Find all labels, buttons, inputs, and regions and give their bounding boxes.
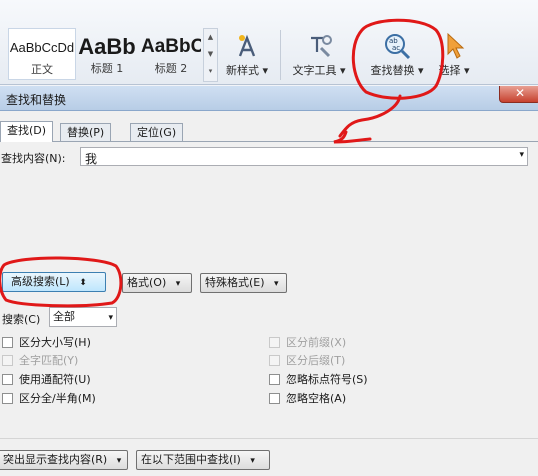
find-content-input[interactable]: 我 ▾: [80, 147, 528, 166]
option-wildcards[interactable]: 使用通配符(U): [2, 373, 91, 387]
chevron-down-icon: ▾: [116, 456, 122, 466]
highlight-results-label: 突出显示查找内容(R): [3, 453, 108, 466]
format-label: 格式(O): [127, 276, 167, 289]
find-content-value: 我: [85, 152, 98, 166]
find-replace-label: 查找替换 ▾: [370, 64, 424, 77]
style-normal[interactable]: AaBbCcDd 正文: [8, 28, 76, 80]
find-replace-icon: ab ac: [366, 30, 428, 62]
new-style-icon: [221, 30, 273, 62]
checkbox[interactable]: [2, 374, 13, 385]
find-in-range-label: 在以下范围中查找(I): [141, 453, 241, 466]
tab-replace[interactable]: 替换(P): [60, 123, 112, 141]
style-preview: AaBb: [78, 34, 136, 59]
ribbon-separator: [280, 30, 281, 80]
dialog-title: 查找和替换: [6, 93, 67, 107]
chevron-down-icon: ▾: [274, 279, 279, 289]
find-replace-dialog: 查找和替换 ✕ 查找(D) 替换(P) 定位(G) 查找内容(N): 我 ▾ 高…: [0, 86, 538, 476]
option-label: 使用通配符(U): [19, 373, 91, 386]
find-content-label: 查找内容(N):: [1, 152, 66, 165]
text-tools-icon: [288, 30, 350, 62]
checkbox[interactable]: [269, 374, 280, 385]
tab-goto[interactable]: 定位(G): [130, 123, 184, 141]
style-heading-2[interactable]: AaBbC 标题 2: [141, 28, 201, 78]
style-name: 标题 2: [154, 62, 188, 75]
expand-collapse-icon: ⬍: [79, 278, 87, 288]
dialog-titlebar[interactable]: 查找和替换: [0, 86, 538, 111]
checkbox[interactable]: [2, 337, 13, 348]
option-ignore-punctuation[interactable]: 忽略标点符号(S): [269, 373, 368, 387]
find-in-range-button[interactable]: 在以下范围中查找(I) ▾: [136, 450, 270, 470]
search-scope-select[interactable]: 全部 ▾: [49, 307, 117, 327]
search-scope-label: 搜索(C): [2, 313, 41, 326]
find-replace-button[interactable]: ab ac 查找替换 ▾: [366, 30, 428, 78]
close-icon: ✕: [514, 86, 526, 100]
option-label: 区分大小写(H): [19, 336, 91, 349]
special-format-label: 特殊格式(E): [205, 276, 265, 289]
new-style-button[interactable]: 新样式 ▾: [221, 30, 273, 78]
option-whole-word[interactable]: 全字匹配(Y): [2, 354, 78, 368]
option-label: 区分全/半角(M): [19, 392, 96, 405]
checkbox[interactable]: [2, 355, 13, 366]
style-preview: AaBbC: [141, 36, 201, 57]
tab-find[interactable]: 查找(D): [0, 121, 54, 142]
checkbox[interactable]: [269, 355, 280, 366]
option-label: 忽略标点符号(S): [286, 373, 368, 386]
ribbon-toolbar: AaBbCcDd 正文 AaBb 标题 1 AaBbC 标题 2 ▲ ▼ ▾ 新…: [0, 0, 538, 85]
option-full-half-width[interactable]: 区分全/半角(M): [2, 392, 96, 406]
advanced-search-button[interactable]: 高级搜索(L) ⬍: [2, 272, 106, 292]
scroll-up-icon[interactable]: ▲: [204, 29, 217, 46]
checkbox[interactable]: [269, 337, 280, 348]
svg-text:ac: ac: [392, 44, 400, 52]
style-name: 正文: [31, 63, 53, 76]
format-button[interactable]: 格式(O) ▾: [122, 273, 192, 293]
scroll-down-icon[interactable]: ▼: [204, 46, 217, 63]
option-label: 忽略空格(A): [286, 392, 347, 405]
search-scope-value: 全部: [53, 310, 75, 323]
option-match-suffix[interactable]: 区分后缀(T): [269, 354, 345, 368]
new-style-label: 新样式 ▾: [225, 64, 269, 77]
dropdown-arrow-icon[interactable]: ▾: [519, 150, 524, 160]
option-label: 全字匹配(Y): [19, 354, 79, 367]
advanced-search-label: 高级搜索(L): [11, 275, 70, 288]
special-format-button[interactable]: 特殊格式(E) ▾: [200, 273, 287, 293]
text-tools-button[interactable]: 文字工具 ▾: [288, 30, 350, 78]
chevron-down-icon: ▾: [250, 456, 255, 466]
style-name: 标题 1: [90, 62, 124, 75]
option-ignore-spaces[interactable]: 忽略空格(A): [269, 392, 346, 406]
tab-divider: [0, 141, 538, 142]
highlight-results-button[interactable]: 突出显示查找内容(R) ▾: [0, 450, 128, 470]
style-preview: AaBbCcDd: [9, 40, 75, 55]
option-match-case[interactable]: 区分大小写(H): [2, 336, 91, 350]
option-match-prefix[interactable]: 区分前缀(X): [269, 336, 346, 350]
checkbox[interactable]: [2, 393, 13, 404]
gallery-expand-icon[interactable]: ▾: [204, 63, 217, 80]
chevron-down-icon: ▾: [108, 313, 113, 323]
chevron-down-icon: ▾: [175, 279, 181, 289]
checkbox[interactable]: [269, 393, 280, 404]
select-button[interactable]: 选择 ▾: [436, 30, 472, 78]
select-label: 选择 ▾: [438, 64, 470, 77]
style-heading-1[interactable]: AaBb 标题 1: [78, 28, 136, 78]
close-button[interactable]: ✕: [499, 86, 538, 103]
cursor-arrow-icon: [436, 30, 472, 62]
divider: [0, 438, 538, 439]
text-tools-label: 文字工具 ▾: [292, 64, 346, 77]
option-label: 区分前缀(X): [286, 336, 347, 349]
option-label: 区分后缀(T): [286, 354, 346, 367]
style-gallery-scroll[interactable]: ▲ ▼ ▾: [203, 28, 218, 82]
